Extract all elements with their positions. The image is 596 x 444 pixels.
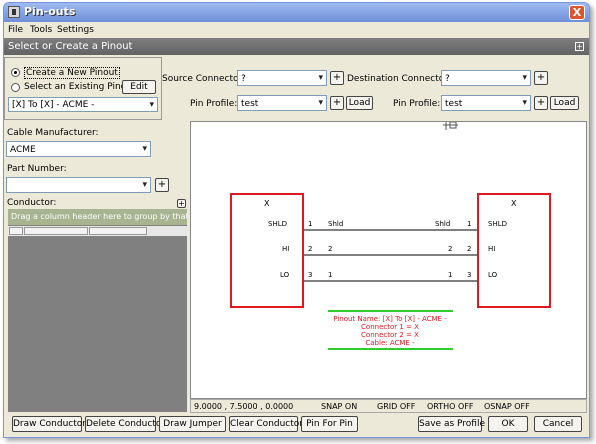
- left-pin-label: LO: [280, 271, 290, 279]
- pinouts-window: Pin-outs X File Tools Settings Select or…: [3, 2, 590, 438]
- edit-button[interactable]: Edit: [122, 80, 156, 94]
- status-osnap[interactable]: OSNAP OFF: [484, 402, 530, 411]
- conductor-label: Conductor:: [7, 198, 57, 208]
- menu-settings[interactable]: Settings: [57, 25, 94, 35]
- destination-connector-select[interactable]: ?: [441, 70, 531, 86]
- draw-conductor-button[interactable]: Draw Conductor: [12, 416, 86, 432]
- add-part-number-button[interactable]: +: [155, 178, 169, 192]
- grid-column-headers: [8, 226, 187, 236]
- destination-pin-profile-label: Pin Profile:: [393, 99, 441, 109]
- cable-manufacturer-label: Cable Manufacturer:: [7, 128, 99, 138]
- right-pin-label: SHLD: [488, 220, 507, 228]
- left-connector-name: X: [264, 199, 270, 208]
- info-cable: Cable: ACME -: [365, 339, 415, 347]
- status-coords: 9.0000 , 7.5000 , 0.0000: [194, 402, 294, 411]
- source-pin-profile-label: Pin Profile:: [190, 99, 238, 109]
- expand-icon[interactable]: +: [575, 42, 584, 51]
- menu-bar: File Tools Settings: [4, 23, 589, 37]
- section-header: Select or Create a Pinout +: [4, 38, 589, 55]
- delete-conductor-button[interactable]: Delete Conductor: [85, 416, 165, 432]
- conductor-grid[interactable]: Drag a column header here to group by th…: [8, 209, 187, 412]
- source-load-button[interactable]: Load: [346, 96, 373, 110]
- info-connector-1: Connector 1 = X: [361, 323, 419, 331]
- source-pin-profile-select[interactable]: test: [237, 95, 327, 111]
- left-pin-label: SHLD: [268, 220, 287, 228]
- clear-conductors-button[interactable]: Clear Conductors: [229, 416, 308, 432]
- cancel-button[interactable]: Cancel: [534, 416, 582, 432]
- pinout-diagram-canvas[interactable]: X X SHLD HI LO 1 2 3 SHLD HI LO 1 2 3 Sh…: [190, 121, 587, 399]
- pin-for-pin-button[interactable]: Pin For Pin: [301, 416, 358, 432]
- create-radio[interactable]: [11, 68, 20, 77]
- existing-pinout-select[interactable]: [X] To [X] - ACME -: [8, 97, 158, 112]
- status-bar: 9.0000 , 7.5000 , 0.0000 SNAP ON GRID OF…: [190, 399, 587, 413]
- source-connector-select[interactable]: ?: [237, 70, 327, 86]
- destination-pin-profile-select[interactable]: test: [441, 95, 531, 111]
- destination-load-button[interactable]: Load: [550, 96, 579, 110]
- menu-file[interactable]: File: [8, 25, 23, 35]
- wire-left-label: 2: [328, 245, 332, 253]
- app-icon: [8, 6, 20, 18]
- grid-column-header[interactable]: [24, 227, 88, 235]
- existing-radio-label[interactable]: Select an Existing Pinout: [24, 82, 135, 92]
- cable-manufacturer-select[interactable]: ACME: [6, 141, 151, 157]
- menu-tools[interactable]: Tools: [30, 25, 52, 35]
- group-by-hint: Drag a column header here to group by th…: [8, 209, 187, 225]
- wire-left-label: Shld: [328, 220, 343, 228]
- right-pin-label: HI: [488, 245, 495, 253]
- diagram-svg: X X SHLD HI LO 1 2 3 SHLD HI LO 1 2 3 Sh…: [230, 122, 551, 350]
- grid-row-selector-header[interactable]: [9, 227, 23, 235]
- right-pin-number: 3: [467, 271, 471, 279]
- status-ortho[interactable]: ORTHO OFF: [427, 402, 474, 411]
- info-connector-2: Connector 2 = X: [361, 331, 419, 339]
- wire-right-label: 2: [448, 245, 452, 253]
- source-connector-label: Source Connector:: [162, 74, 246, 84]
- wire-left-label: 1: [328, 271, 332, 279]
- left-pin-number: 3: [308, 271, 312, 279]
- draw-jumper-button[interactable]: Draw Jumper: [159, 416, 226, 432]
- existing-radio[interactable]: [11, 83, 20, 92]
- right-pin-number: 1: [467, 220, 471, 228]
- add-destination-profile-button[interactable]: +: [534, 96, 548, 110]
- add-source-profile-button[interactable]: +: [330, 96, 344, 110]
- status-snap[interactable]: SNAP ON: [321, 402, 357, 411]
- add-destination-connector-button[interactable]: +: [534, 71, 548, 85]
- grid-column-header[interactable]: [89, 227, 147, 235]
- info-pinout-name: Pinout Name: [X] To [X] - ACME -: [333, 315, 447, 323]
- add-source-connector-button[interactable]: +: [330, 71, 344, 85]
- create-radio-label[interactable]: Create a New Pinout: [24, 67, 120, 79]
- section-title: Select or Create a Pinout: [8, 41, 133, 52]
- crosshair-icon: [443, 122, 458, 130]
- wire-right-label: 1: [448, 271, 452, 279]
- destination-connector-label: Destination Connector:: [347, 74, 451, 84]
- left-pin-number: 2: [308, 245, 312, 253]
- part-number-select[interactable]: [6, 177, 151, 193]
- save-as-profile-button[interactable]: Save as Profile: [418, 416, 485, 432]
- wire-right-label: Shld: [435, 220, 450, 228]
- ok-button[interactable]: OK: [488, 416, 528, 432]
- close-button[interactable]: X: [569, 5, 585, 20]
- right-connector-name: X: [511, 199, 517, 208]
- conductor-expand-icon[interactable]: +: [177, 199, 186, 208]
- left-pin-label: HI: [282, 245, 289, 253]
- pinout-mode-group: Create a New Pinout Select an Existing P…: [4, 57, 162, 120]
- title-bar: Pin-outs X: [4, 3, 589, 22]
- window-title: Pin-outs: [24, 5, 76, 18]
- status-grid[interactable]: GRID OFF: [377, 402, 415, 411]
- left-pin-number: 1: [308, 220, 312, 228]
- part-number-label: Part Number:: [7, 164, 67, 174]
- left-connector-box[interactable]: [230, 193, 304, 308]
- right-pin-label: LO: [488, 271, 498, 279]
- right-pin-number: 2: [467, 245, 471, 253]
